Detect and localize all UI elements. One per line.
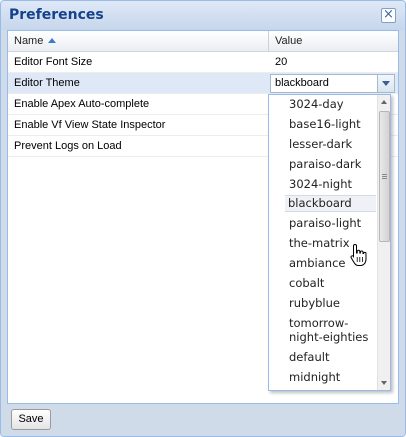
chevron-down-icon[interactable] (377, 75, 394, 92)
theme-combobox-value[interactable]: blackboard (275, 75, 329, 92)
table-row[interactable]: Editor Font Size 20 (8, 52, 398, 73)
list-item[interactable]: lesser-dark (269, 137, 377, 152)
column-header-value-label: Value (275, 35, 303, 47)
row-name: Editor Theme (14, 77, 80, 89)
row-name: Enable Vf View State Inspector (14, 119, 166, 131)
grid-header: Name Value (8, 31, 398, 52)
list-item[interactable]: 3024-night (269, 177, 377, 192)
row-value[interactable]: 20 (269, 52, 398, 73)
window-titlebar: Preferences × (1, 1, 405, 30)
column-header-name-label: Name (14, 35, 44, 47)
save-button[interactable]: Save (11, 409, 51, 430)
list-item[interactable]: paraiso-light (269, 216, 377, 231)
list-item-selected[interactable]: blackboard (285, 195, 376, 212)
row-name: Editor Font Size (14, 56, 93, 68)
table-row-selected[interactable]: Editor Theme blackboard (8, 73, 398, 94)
sort-ascending-icon (48, 38, 57, 43)
close-icon[interactable]: × (381, 8, 396, 23)
list-item[interactable]: paraiso-dark (269, 157, 377, 172)
theme-combobox[interactable]: blackboard (270, 74, 395, 93)
window-title: Preferences (9, 7, 104, 23)
column-header-name[interactable]: Name (8, 31, 269, 52)
row-name: Prevent Logs on Load (14, 140, 122, 152)
scrollbar-thumb[interactable] (379, 111, 390, 242)
hand-pointer-icon (350, 243, 367, 266)
scroll-up-icon[interactable] (378, 95, 391, 108)
list-item[interactable]: 3024-day (269, 97, 377, 112)
window-footer: Save (1, 404, 405, 436)
theme-dropdown-list: 3024-day base16-light lesser-dark parais… (268, 94, 391, 391)
column-header-value[interactable]: Value (269, 31, 398, 52)
list-item[interactable]: default (269, 350, 377, 365)
row-name: Enable Apex Auto-complete (14, 98, 150, 110)
list-item[interactable]: midnight (269, 370, 377, 385)
dropdown-scrollbar[interactable] (377, 95, 390, 390)
list-item[interactable]: tomorrow- (269, 316, 377, 331)
grip-icon (382, 174, 387, 179)
list-item[interactable]: base16-light (269, 117, 377, 132)
list-item[interactable]: rubyblue (269, 296, 377, 311)
list-item[interactable]: night-eighties (269, 330, 377, 345)
scroll-down-icon[interactable] (378, 377, 391, 390)
list-item[interactable]: cobalt (269, 276, 377, 291)
